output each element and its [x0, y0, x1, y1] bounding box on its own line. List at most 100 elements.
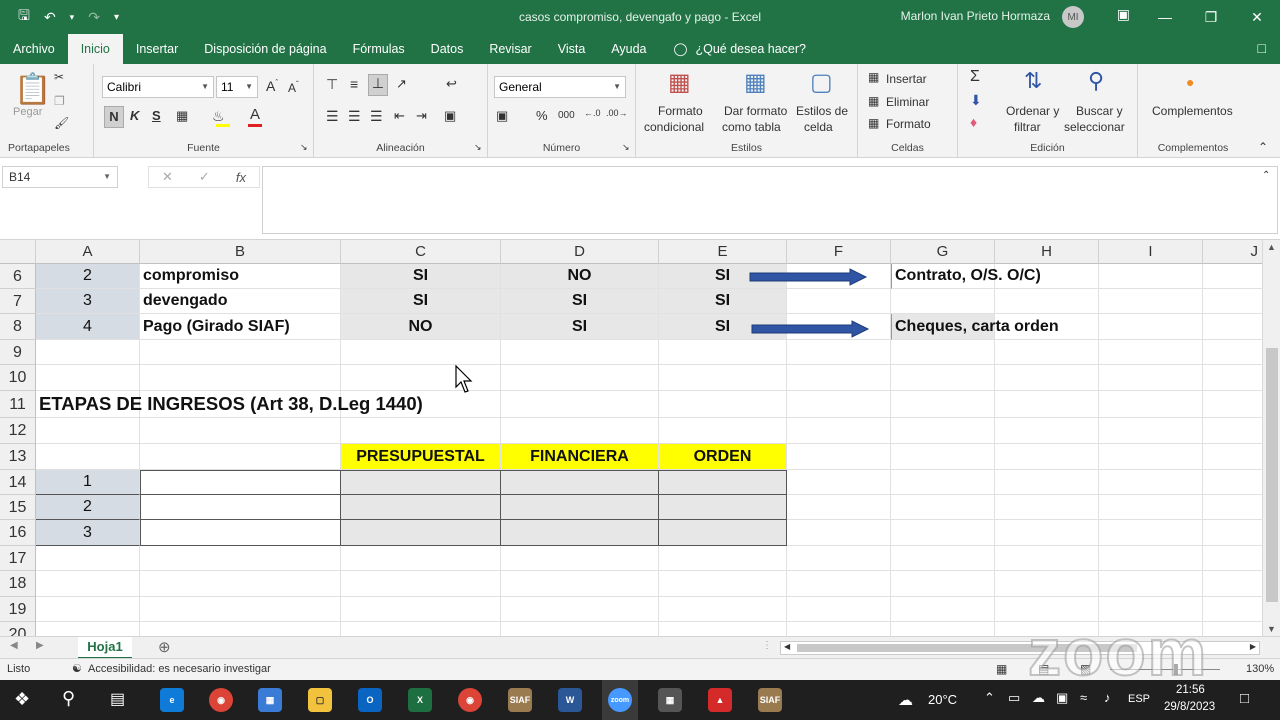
normal-view-icon[interactable]: ▦ [996, 662, 1007, 676]
tab-ayuda[interactable]: Ayuda [598, 34, 659, 64]
grid-cell[interactable] [659, 546, 787, 571]
insert-cells-icon[interactable]: ▦ [868, 70, 879, 84]
decrease-indent-icon[interactable]: ⇤ [394, 108, 405, 124]
cell-c7[interactable]: SI [341, 289, 501, 314]
grid-cell[interactable] [659, 597, 787, 622]
grid-cell[interactable] [36, 571, 140, 597]
percent-icon[interactable]: % [536, 108, 548, 123]
cell-c16[interactable] [341, 520, 501, 546]
avatar[interactable]: MI [1062, 6, 1084, 28]
grid-cell[interactable] [501, 418, 659, 444]
grid-cell[interactable] [501, 571, 659, 597]
grid-cell[interactable] [995, 597, 1099, 622]
increase-decimal-icon[interactable]: ←.0 [584, 108, 601, 118]
grid-cell[interactable] [1099, 391, 1203, 418]
grid-cell[interactable] [501, 391, 659, 418]
sort-filter-label-1[interactable]: Ordenar y [1006, 104, 1059, 118]
cell-e16[interactable] [659, 520, 787, 546]
row-header-18[interactable]: 18 [0, 571, 36, 597]
grid-cell[interactable] [36, 597, 140, 622]
grid-cell[interactable] [1099, 314, 1203, 340]
grid-cell[interactable] [787, 495, 891, 520]
cell-b14[interactable] [140, 470, 341, 495]
column-header-d[interactable]: D [501, 240, 659, 264]
grid-cell[interactable] [140, 597, 341, 622]
grid-cell[interactable] [501, 546, 659, 571]
spreadsheet-grid[interactable]: A B C D E F G H I J 6 7 8 9 10 11 12 13 … [0, 240, 1262, 636]
user-name[interactable]: Marlon Ivan Prieto Hormaza [901, 9, 1050, 23]
grid-cell[interactable] [891, 391, 995, 418]
cell-b6[interactable]: compromiso [140, 264, 341, 289]
chrome-icon[interactable]: ◉ [209, 688, 233, 712]
cell-styles-label-2[interactable]: celda [804, 120, 833, 134]
cell-styles-label-1[interactable]: Estilos de [796, 104, 848, 118]
grid-cell[interactable] [341, 546, 501, 571]
underline-button[interactable]: S [152, 108, 161, 123]
cell-b7[interactable]: devengado [140, 289, 341, 314]
bold-button[interactable]: N [104, 106, 124, 128]
grid-cell[interactable] [787, 391, 891, 418]
column-header-b[interactable]: B [140, 240, 341, 264]
ribbon-display-options-icon[interactable]: ▣ [1117, 6, 1130, 23]
format-cells-icon[interactable]: ▦ [868, 116, 879, 130]
cell-a6[interactable]: 2 [36, 264, 140, 289]
tab-vista[interactable]: Vista [545, 34, 599, 64]
conditional-format-icon[interactable]: ▦ [668, 68, 691, 97]
grid-cell[interactable] [891, 520, 995, 546]
format-as-table-icon[interactable]: ▦ [744, 68, 767, 97]
zoom-slider-thumb[interactable] [1174, 664, 1178, 675]
tab-split-handle-icon[interactable]: ⋮ [762, 640, 772, 651]
decrease-decimal-icon[interactable]: .00→ [606, 108, 628, 118]
delete-cells-button[interactable]: Eliminar [886, 95, 929, 109]
store-icon[interactable]: ▦ [258, 688, 282, 712]
vertical-scroll-thumb[interactable] [1266, 348, 1278, 602]
grid-cell[interactable] [36, 340, 140, 365]
grid-cell[interactable] [501, 597, 659, 622]
grid-cell[interactable] [1203, 597, 1262, 622]
cell-g8[interactable]: Cheques, carta orden [891, 314, 1059, 340]
column-header-h[interactable]: H [995, 240, 1099, 264]
grid-cell[interactable] [787, 470, 891, 495]
comma-style-icon[interactable]: 000 [558, 110, 575, 121]
align-bottom-icon[interactable]: ⊥ [368, 74, 388, 96]
minimize-icon[interactable]: — [1142, 0, 1188, 34]
grid-cell[interactable] [36, 444, 140, 470]
column-header-g[interactable]: G [891, 240, 995, 264]
grid-cell[interactable] [1203, 314, 1262, 340]
paste-icon[interactable]: 📋 [14, 72, 51, 107]
grid-cell[interactable] [36, 365, 140, 391]
grid-cell[interactable] [995, 418, 1099, 444]
name-box[interactable]: B14 ▼ [2, 166, 118, 188]
tab-archivo[interactable]: Archivo [0, 34, 68, 64]
grid-cell[interactable] [659, 365, 787, 391]
cell-d13[interactable]: FINANCIERA [501, 444, 659, 470]
grid-cell[interactable] [501, 340, 659, 365]
row-header-11[interactable]: 11 [0, 391, 36, 418]
grid-cell[interactable] [1203, 264, 1262, 289]
grid-cell[interactable] [995, 391, 1099, 418]
search-icon[interactable]: ⚲ [62, 688, 75, 709]
scroll-up-icon[interactable]: ▲ [1267, 242, 1276, 252]
autosum-icon[interactable]: Σ [970, 68, 980, 86]
grid-cell[interactable] [659, 571, 787, 597]
notifications-icon[interactable]: □ [1240, 690, 1249, 707]
font-size-dropdown[interactable]: 11 ▼ [216, 76, 258, 98]
cell-d14[interactable] [501, 470, 659, 495]
temperature[interactable]: 20°C [928, 692, 957, 707]
tab-datos[interactable]: Datos [418, 34, 477, 64]
grid-cell[interactable] [659, 622, 787, 636]
volume-icon[interactable]: ♪ [1104, 690, 1111, 705]
grid-cell[interactable] [1203, 520, 1262, 546]
zoom-level[interactable]: 130% [1246, 663, 1274, 675]
clear-icon[interactable]: ♦ [970, 114, 977, 130]
grid-cell[interactable] [1203, 546, 1262, 571]
cell-styles-icon[interactable]: ▢ [810, 68, 833, 97]
grid-cell[interactable] [891, 571, 995, 597]
undo-dropdown-icon[interactable]: ▾ [70, 12, 75, 23]
accessibility-icon[interactable]: ☯ [72, 662, 82, 675]
cell-e13[interactable]: ORDEN [659, 444, 787, 470]
horizontal-scroll-thumb[interactable] [797, 644, 1137, 652]
accounting-format-icon[interactable]: ▣ [496, 108, 508, 124]
redo-icon[interactable]: ↷ [88, 9, 100, 26]
merge-center-icon[interactable]: ▣ [444, 108, 456, 124]
